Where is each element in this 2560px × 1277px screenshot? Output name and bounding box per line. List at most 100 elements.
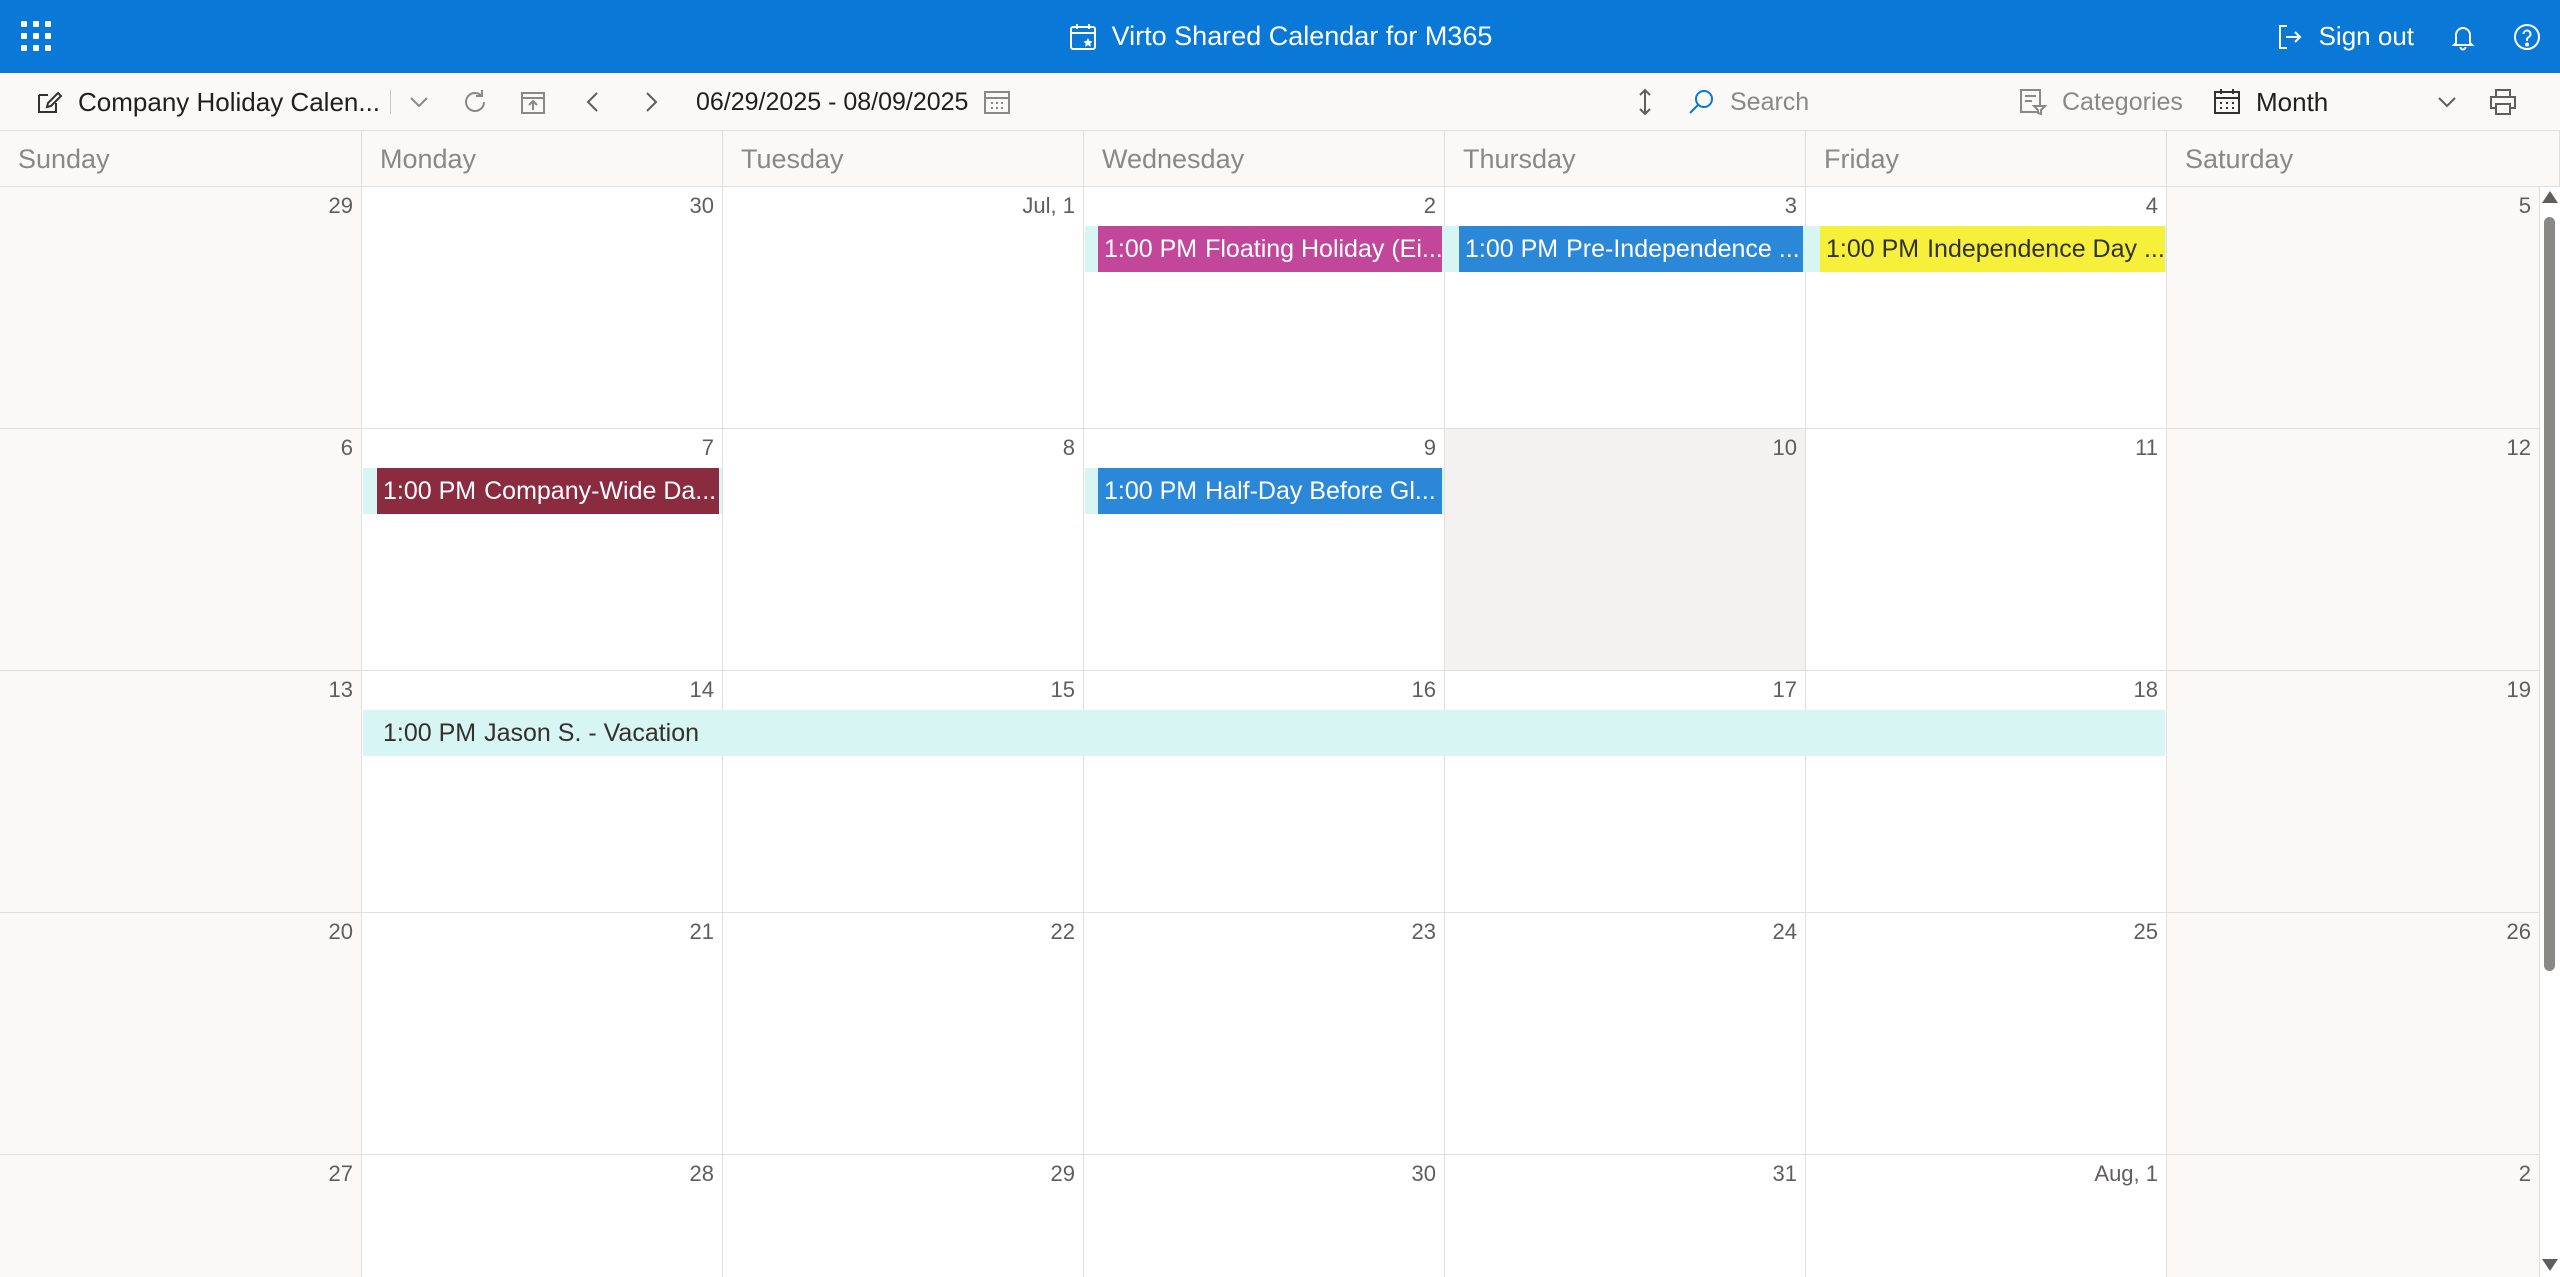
weekday-header: Sunday Monday Tuesday Wednesday Thursday… [0,131,2560,187]
day-cell[interactable]: 14 [362,671,723,912]
search-icon [1689,90,1713,114]
refresh-button[interactable] [460,73,490,131]
day-cell[interactable]: 18 [1806,671,2167,912]
calendar-selector[interactable]: Company Holiday Calen... [34,73,380,131]
calendar-star-icon [1069,23,1096,50]
day-cell[interactable]: 23 [1084,913,1445,1154]
day-cell[interactable]: 21 [362,913,723,1154]
scroll-up-arrow-icon[interactable] [2542,191,2558,203]
view-selector[interactable]: Month [2212,73,2328,131]
day-cell[interactable]: Aug, 1 [1806,1155,2167,1277]
day-cell[interactable]: 7 [362,429,723,670]
week-row: 13 14 15 16 17 18 19 1:00 PM Jason S. - V… [0,671,2560,913]
help-icon[interactable] [2512,22,2542,52]
day-number: 19 [2506,677,2531,702]
day-cell[interactable]: 30 [362,187,723,428]
day-number: 22 [1050,919,1075,944]
day-cell[interactable]: 25 [1806,913,2167,1154]
view-dropdown-button[interactable] [2432,73,2462,131]
day-number: 10 [1772,435,1797,460]
weekday-tuesday: Tuesday [723,131,1084,187]
day-cell[interactable]: 5 [2167,187,2540,428]
week-row: 6 7 8 9 10 11 12 1:00 PM Company-Wide Da.… [0,429,2560,671]
day-cell[interactable]: 17 [1445,671,1806,912]
event-title: Independence Day ... [1927,235,2165,263]
app-title-text: Virto Shared Calendar for M365 [1111,21,1493,51]
day-number: 21 [689,919,714,944]
day-cell[interactable]: 19 [2167,671,2540,912]
day-cell[interactable]: 16 [1084,671,1445,912]
day-number: 28 [689,1161,714,1186]
day-cell[interactable]: 12 [2167,429,2540,670]
event-time: 1:00 PM [383,477,477,505]
day-number: 23 [1411,919,1436,944]
weekday-monday: Monday [362,131,723,187]
event-item[interactable]: 1:00 PM Independence Day ... [1820,226,2165,272]
search-box[interactable]: Search [1686,73,1809,131]
sign-out-button[interactable]: Sign out [2275,21,2414,52]
day-number: 4 [2145,193,2158,218]
print-button[interactable] [2488,73,2518,131]
notifications-bell-icon[interactable] [2448,22,2478,52]
go-to-today-button[interactable] [518,73,548,131]
day-cell[interactable]: 22 [723,913,1084,1154]
categories-label: Categories [2062,87,2183,116]
day-cell[interactable]: 4 [1806,187,2167,428]
search-placeholder: Search [1730,87,1810,116]
event-title: Half-Day Before Gl... [1205,477,1436,505]
day-number: 6 [340,435,353,460]
day-cell[interactable]: Jul, 1 [723,187,1084,428]
day-cell[interactable]: 15 [723,671,1084,912]
toolbar: Company Holiday Calen... 06/29/2025 - 08… [0,73,2560,131]
day-cell[interactable]: 27 [0,1155,362,1277]
day-cell[interactable]: 30 [1084,1155,1445,1277]
app-launcher-icon[interactable] [20,20,52,52]
day-number: 2 [2518,1161,2531,1186]
app-header: Virto Shared Calendar for M365 Sign out [0,0,2560,73]
day-number: 9 [1423,435,1436,460]
weekday-wednesday: Wednesday [1084,131,1445,187]
day-number: 16 [1411,677,1436,702]
day-cell[interactable]: 29 [0,187,362,428]
day-number: 15 [1050,677,1075,702]
day-cell[interactable]: 24 [1445,913,1806,1154]
previous-button[interactable] [578,73,608,131]
today-cell[interactable]: 10 [1445,429,1806,670]
day-cell[interactable]: 13 [0,671,362,912]
day-cell[interactable]: 9 [1084,429,1445,670]
day-number: 24 [1772,919,1797,944]
event-item[interactable]: 1:00 PM Jason S. - Vacation [363,710,2165,756]
next-button[interactable] [636,73,666,131]
day-cell[interactable]: 20 [0,913,362,1154]
day-cell[interactable]: 6 [0,429,362,670]
vertical-scrollbar[interactable] [2540,187,2560,1277]
day-cell[interactable]: 26 [2167,913,2540,1154]
event-item[interactable]: 1:00 PM Company-Wide Da... [377,468,719,514]
day-number: 26 [2506,919,2531,944]
day-number: 7 [701,435,714,460]
calendar-dropdown-button[interactable] [404,73,434,131]
day-cell[interactable]: 8 [723,429,1084,670]
day-cell[interactable]: 31 [1445,1155,1806,1277]
categories-button[interactable]: Categories [2018,73,2183,131]
event-time: 1:00 PM [1826,235,1920,263]
day-number: 2 [1423,193,1436,218]
day-cell[interactable]: 29 [723,1155,1084,1277]
day-cell[interactable]: 2 [1084,187,1445,428]
day-cell[interactable]: 11 [1806,429,2167,670]
scrollbar-thumb[interactable] [2544,217,2555,971]
date-range-picker[interactable]: 06/29/2025 - 08/09/2025 [696,73,1012,131]
calendar-icon [984,91,1011,114]
event-item[interactable]: 1:00 PM Floating Holiday (Ei... [1098,226,1442,272]
week-row: 20 21 22 23 24 25 26 [0,913,2560,1155]
event-title: Company-Wide Da... [484,477,717,505]
scroll-down-arrow-icon[interactable] [2542,1259,2558,1271]
day-number: 27 [328,1161,353,1186]
event-item[interactable]: 1:00 PM Pre-Independence ... [1459,226,1803,272]
day-number: 5 [2518,193,2531,218]
day-cell[interactable]: 3 [1445,187,1806,428]
day-cell[interactable]: 2 [2167,1155,2540,1277]
row-height-toggle[interactable] [1630,73,1660,131]
event-item[interactable]: 1:00 PM Half-Day Before Gl... [1098,468,1442,514]
day-cell[interactable]: 28 [362,1155,723,1277]
